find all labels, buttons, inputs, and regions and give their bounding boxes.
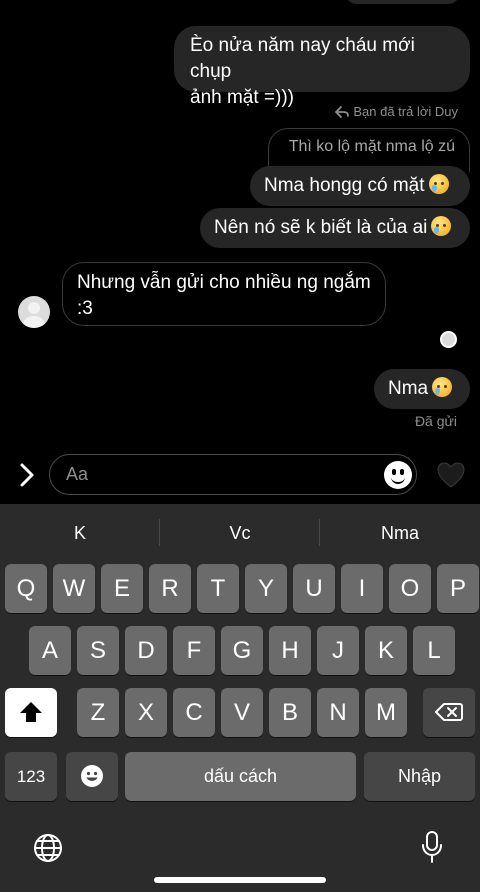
emoji-key-icon	[81, 765, 103, 787]
key-m[interactable]: M	[365, 688, 407, 737]
message-bubble-sent-2[interactable]: Nma hongg có mặt	[250, 166, 470, 206]
key-c[interactable]: C	[173, 688, 215, 737]
suggestion-item[interactable]: K	[0, 518, 160, 548]
reply-label-text: Bạn đã trả lời Duy	[353, 104, 458, 119]
key-d[interactable]: D	[125, 626, 167, 675]
key-j[interactable]: J	[317, 626, 359, 675]
message-composer[interactable]	[49, 454, 417, 495]
smiley-icon[interactable]	[384, 461, 412, 489]
message-text: Nhưng vẫn gửi cho nhiều ng ngắm	[77, 272, 371, 293]
message-bubble-sent-1[interactable]: Èo nửa năm nay cháu mới chụp ảnh mặt =))…	[174, 26, 470, 108]
key-r[interactable]: R	[149, 564, 191, 613]
shift-key[interactable]	[5, 688, 57, 737]
message-bubble-received[interactable]: Nhưng vẫn gửi cho nhiều ng ngắm :3	[62, 262, 386, 326]
home-indicator[interactable]	[154, 877, 326, 883]
message-text: Èo nửa năm nay cháu mới chụp	[190, 35, 415, 82]
suggestion-bar: K Vc Nma	[0, 518, 480, 548]
space-key[interactable]: dấu cách	[125, 752, 356, 801]
key-a[interactable]: A	[29, 626, 71, 675]
message-bubble-sent-3[interactable]: Nên nó sẽ k biết là của ai	[200, 208, 470, 248]
key-s[interactable]: S	[77, 626, 119, 675]
message-text: Nma hongg có mặt	[264, 175, 425, 196]
reply-arrow-icon	[335, 105, 350, 118]
key-z[interactable]: Z	[77, 688, 119, 737]
crying-face-emoji-icon	[428, 174, 449, 194]
previous-message-bubble[interactable]	[345, 0, 460, 4]
crying-face-emoji-icon	[432, 377, 453, 397]
key-e[interactable]: E	[101, 564, 143, 613]
key-w[interactable]: W	[53, 564, 95, 613]
message-text: Nma	[388, 378, 429, 399]
key-k[interactable]: K	[365, 626, 407, 675]
key-l[interactable]: L	[413, 626, 455, 675]
key-v[interactable]: V	[221, 688, 263, 737]
message-text: :3	[77, 298, 93, 319]
keyboard: K Vc Nma Q W E R T Y U I O P A S D F G H…	[0, 504, 480, 892]
key-h[interactable]: H	[269, 626, 311, 675]
key-o[interactable]: O	[389, 564, 431, 613]
message-bubble-sent-4[interactable]: Nma	[374, 369, 470, 409]
microphone-icon[interactable]	[420, 830, 444, 864]
key-q[interactable]: Q	[5, 564, 47, 613]
numbers-key[interactable]: 123	[5, 752, 57, 801]
shift-icon	[20, 702, 42, 722]
quoted-message-text: Thì ko lộ mặt nma lộ zú	[288, 138, 455, 155]
delete-key[interactable]	[423, 688, 475, 737]
crying-face-emoji-icon	[431, 216, 452, 236]
key-b[interactable]: B	[269, 688, 311, 737]
sent-status: Đã gửi	[414, 413, 457, 429]
key-g[interactable]: G	[221, 626, 263, 675]
backspace-icon	[435, 703, 463, 721]
suggestion-divider	[319, 519, 320, 546]
return-key[interactable]: Nhập	[364, 752, 475, 801]
suggestion-item[interactable]: Nma	[320, 518, 480, 548]
seen-avatar	[440, 331, 457, 348]
emoji-key[interactable]	[66, 752, 118, 801]
key-y[interactable]: Y	[245, 564, 287, 613]
suggestion-divider	[159, 519, 160, 546]
chevron-right-icon[interactable]	[14, 460, 40, 490]
message-input[interactable]	[66, 464, 366, 485]
key-n[interactable]: N	[317, 688, 359, 737]
reply-label: Bạn đã trả lời Duy	[335, 104, 458, 119]
globe-icon[interactable]	[33, 833, 63, 863]
key-x[interactable]: X	[125, 688, 167, 737]
heart-icon[interactable]	[436, 460, 466, 490]
key-p[interactable]: P	[437, 564, 479, 613]
suggestion-item[interactable]: Vc	[160, 518, 320, 548]
message-text: Nên nó sẽ k biết là của ai	[214, 217, 428, 238]
key-f[interactable]: F	[173, 626, 215, 675]
key-u[interactable]: U	[293, 564, 335, 613]
key-t[interactable]: T	[197, 564, 239, 613]
key-i[interactable]: I	[341, 564, 383, 613]
contact-avatar[interactable]	[18, 296, 50, 328]
